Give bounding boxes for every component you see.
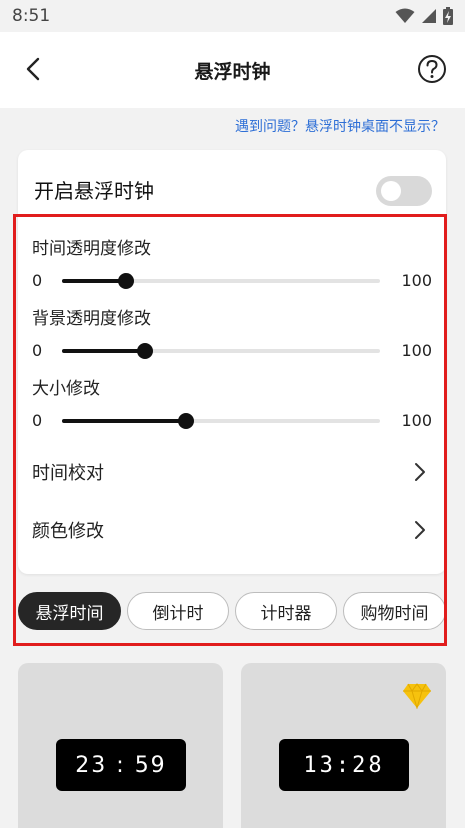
clock-style-card[interactable]: 13:28	[241, 663, 446, 828]
slider-thumb[interactable]	[117, 273, 134, 289]
chevron-left-icon	[26, 57, 40, 81]
wifi-icon	[395, 8, 415, 23]
page-title: 悬浮时钟	[194, 60, 271, 83]
size-label: 大小修改	[32, 379, 100, 399]
slider-thumb[interactable]	[178, 413, 195, 429]
status-icons	[395, 7, 453, 25]
status-bar: 8:51	[0, 0, 465, 32]
help-button[interactable]	[417, 54, 447, 84]
color-settings-row[interactable]: 颜色修改	[18, 502, 446, 558]
mode-tabs: 悬浮时间 倒计时 计时器 购物时间	[18, 592, 446, 630]
slider-min-label: 0	[32, 411, 43, 430]
tab-shopping-time[interactable]: 购物时间	[343, 592, 446, 630]
help-icon	[418, 55, 446, 83]
background-opacity-label: 背景透明度修改	[32, 309, 151, 329]
tab-floating-time[interactable]: 悬浮时间	[18, 592, 121, 630]
help-link[interactable]: 遇到问题？悬浮时钟桌面不显示？	[235, 116, 445, 136]
diamond-icon	[403, 683, 431, 709]
slider-thumb[interactable]	[136, 343, 153, 359]
color-settings-label: 颜色修改	[32, 521, 104, 542]
enable-label: 开启悬浮时钟	[34, 178, 154, 203]
background-opacity-slider[interactable]: 0 100	[32, 339, 446, 363]
slider-track[interactable]	[62, 413, 380, 429]
slider-min-label: 0	[32, 271, 43, 290]
time-calibration-label: 时间校对	[32, 463, 104, 484]
toggle-knob	[381, 181, 401, 201]
back-button[interactable]	[18, 54, 48, 84]
problem-bar: 遇到问题？悬浮时钟桌面不显示？	[0, 108, 465, 144]
time-opacity-label: 时间透明度修改	[32, 239, 151, 259]
chevron-right-icon	[415, 463, 425, 481]
slider-min-label: 0	[32, 341, 43, 360]
enable-row: 开启悬浮时钟	[18, 150, 446, 228]
slider-track[interactable]	[62, 273, 380, 289]
slider-fill	[62, 349, 145, 353]
slider-fill	[62, 279, 126, 283]
slider-fill	[62, 419, 187, 423]
time-opacity-slider[interactable]: 0 100	[32, 269, 446, 293]
slider-track[interactable]	[62, 343, 380, 359]
tab-countdown[interactable]: 倒计时	[127, 592, 229, 630]
tab-stopwatch[interactable]: 计时器	[235, 592, 337, 630]
clock-preview: 23 : 59	[56, 739, 186, 791]
battery-icon	[443, 7, 453, 25]
app-header: 悬浮时钟	[0, 32, 465, 108]
size-slider[interactable]: 0 100	[32, 409, 446, 433]
slider-max-label: 100	[401, 271, 432, 290]
settings-card: 开启悬浮时钟 时间透明度修改 0 100 背景透明度修改 0 100 大小修改 …	[18, 150, 446, 574]
time-calibration-row[interactable]: 时间校对	[18, 444, 446, 500]
slider-max-label: 100	[401, 341, 432, 360]
clock-style-card[interactable]: 23 : 59	[18, 663, 223, 828]
enable-toggle[interactable]	[376, 176, 432, 206]
status-time: 8:51	[12, 6, 51, 26]
chevron-right-icon	[415, 521, 425, 539]
signal-icon	[422, 9, 436, 23]
slider-max-label: 100	[401, 411, 432, 430]
clock-preview: 13:28	[279, 739, 409, 791]
